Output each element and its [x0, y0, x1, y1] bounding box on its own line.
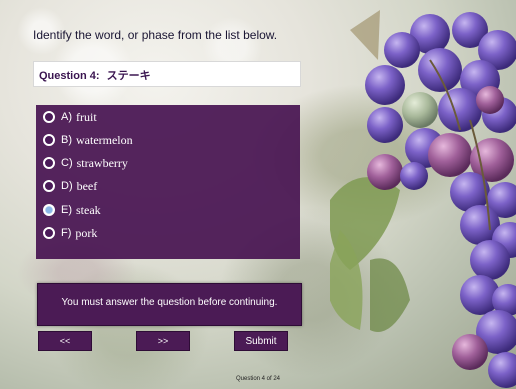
option-f-text: pork: [75, 225, 98, 240]
previous-button[interactable]: <<: [38, 331, 92, 351]
option-c[interactable]: C) strawberry: [43, 154, 128, 172]
feedback-message: You must answer the question before cont…: [61, 297, 278, 308]
question-term: ステーキ: [106, 70, 151, 82]
option-a[interactable]: A) fruit: [43, 108, 97, 126]
submit-button[interactable]: Submit: [234, 331, 288, 351]
quiz-frame: Identify the word, or phase from the lis…: [0, 0, 516, 389]
radio-button-icon[interactable]: [43, 134, 55, 146]
radio-button-icon[interactable]: [43, 227, 55, 239]
answer-options-panel: A) fruit B) watermelon C) strawberry D) …: [36, 105, 300, 259]
radio-button-checked-icon[interactable]: [43, 204, 55, 216]
grapes-image: [330, 10, 516, 388]
question-text: Question 4: ステーキ: [39, 67, 151, 83]
option-e-prefix: E): [61, 204, 72, 216]
option-f-prefix: F): [61, 227, 72, 239]
option-b[interactable]: B) watermelon: [43, 131, 133, 149]
question-progress: Question 4 of 24: [235, 376, 281, 382]
instruction-text: Identify the word, or phase from the lis…: [33, 28, 278, 42]
option-e-text: steak: [76, 202, 101, 217]
option-d[interactable]: D) beef: [43, 177, 97, 195]
radio-button-icon[interactable]: [43, 180, 55, 192]
radio-button-icon[interactable]: [43, 111, 55, 123]
feedback-message-box: You must answer the question before cont…: [37, 283, 302, 326]
radio-button-icon[interactable]: [43, 157, 55, 169]
option-d-prefix: D): [61, 180, 73, 192]
option-b-prefix: B): [61, 134, 72, 146]
question-label: Question 4:: [39, 70, 100, 82]
option-c-text: strawberry: [76, 155, 128, 170]
next-button[interactable]: >>: [136, 331, 190, 351]
question-box: Question 4: ステーキ: [33, 61, 301, 87]
option-a-text: fruit: [76, 109, 97, 124]
option-f[interactable]: F) pork: [43, 224, 97, 242]
option-a-prefix: A): [61, 111, 72, 123]
option-e[interactable]: E) steak: [43, 201, 101, 219]
option-c-prefix: C): [61, 157, 73, 169]
option-d-text: beef: [76, 178, 98, 193]
option-b-text: watermelon: [76, 132, 133, 147]
